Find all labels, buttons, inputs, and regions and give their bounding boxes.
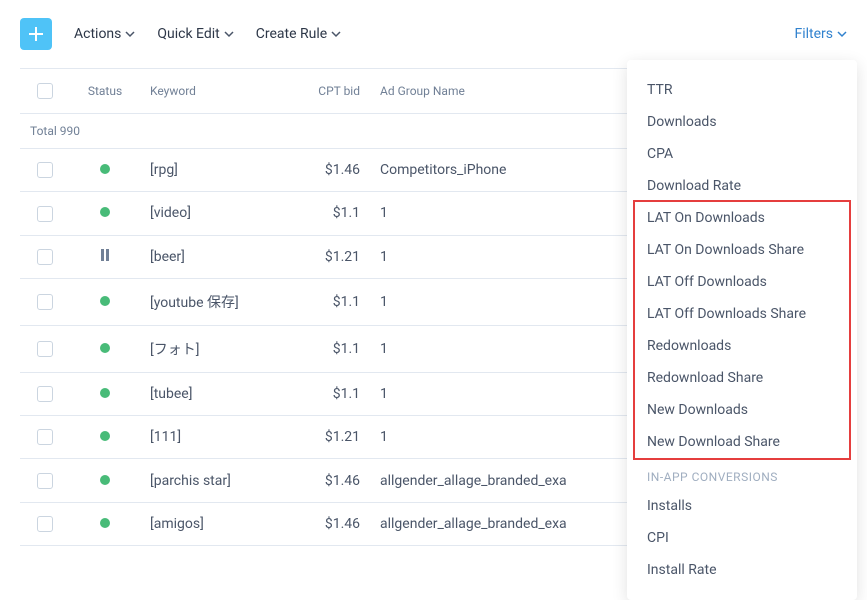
keyword-cell: [111] [140,416,300,459]
filters-menu[interactable]: Filters [794,26,847,42]
filters-label: Filters [794,26,833,42]
status-header[interactable]: Status [70,69,140,114]
row-checkbox[interactable] [37,429,53,445]
dropdown-item[interactable]: LAT On Downloads Share [627,234,857,266]
select-all-checkbox[interactable] [37,83,53,99]
keyword-cell: [video] [140,192,300,235]
add-button[interactable] [20,18,52,50]
row-checkbox[interactable] [37,294,53,310]
status-active-icon [100,164,110,174]
chevron-down-icon [125,29,135,39]
cpt-bid-cell: $1.1 [300,372,370,415]
dropdown-section-label: IN-APP CONVERSIONS [627,458,857,490]
cpt-bid-cell: $1.1 [300,278,370,325]
status-active-icon [100,388,110,398]
dropdown-item[interactable]: New Downloads [627,394,857,426]
dropdown-item[interactable]: LAT On Downloads [627,202,857,234]
actions-menu[interactable]: Actions [74,26,135,42]
cpt-bid-cell: $1.1 [300,192,370,235]
toolbar: Actions Quick Edit Create Rule Filters [0,0,867,68]
dropdown-item[interactable]: LAT Off Downloads [627,266,857,298]
row-checkbox[interactable] [37,341,53,357]
status-active-icon [100,296,110,306]
keyword-cell: [rpg] [140,149,300,192]
create-rule-menu[interactable]: Create Rule [256,26,341,42]
dropdown-item[interactable]: New Download Share [627,426,857,458]
dropdown-item[interactable]: CPI [627,522,857,554]
cpt-bid-cell: $1.1 [300,325,370,372]
plus-icon [29,27,43,41]
chevron-down-icon [837,29,847,39]
create-rule-label: Create Rule [256,26,327,42]
row-checkbox[interactable] [37,386,53,402]
quick-edit-menu[interactable]: Quick Edit [157,26,233,42]
keyword-cell: [parchis star] [140,459,300,502]
dropdown-item[interactable]: CPA [627,138,857,170]
keyword-cell: [tubee] [140,372,300,415]
dropdown-item[interactable]: Redownloads [627,330,857,362]
status-active-icon [100,518,110,528]
quick-edit-label: Quick Edit [157,26,219,42]
dropdown-item[interactable]: Install Rate [627,554,857,586]
status-active-icon [100,431,110,441]
keyword-cell: [フォト] [140,325,300,372]
dropdown-item[interactable]: Download Rate [627,170,857,202]
status-active-icon [100,207,110,217]
row-checkbox[interactable] [37,206,53,222]
chevron-down-icon [224,29,234,39]
cpt-bid-cell: $1.46 [300,502,370,545]
row-checkbox[interactable] [37,162,53,178]
cpt-bid-cell: $1.46 [300,149,370,192]
status-active-icon [100,343,110,353]
cpt-bid-header[interactable]: CPT bid [300,69,370,114]
dropdown-item[interactable]: TTR [627,74,857,106]
cpt-bid-cell: $1.21 [300,416,370,459]
keyword-cell: [youtube 保存] [140,278,300,325]
actions-label: Actions [74,26,121,42]
cpt-bid-cell: $1.21 [300,235,370,278]
keyword-cell: [amigos] [140,502,300,545]
row-checkbox[interactable] [37,249,53,265]
dropdown-item[interactable]: LAT Off Downloads Share [627,298,857,330]
status-paused-icon [101,249,109,261]
dropdown-item[interactable]: Downloads [627,106,857,138]
dropdown-item[interactable]: Installs [627,490,857,522]
row-checkbox[interactable] [37,516,53,532]
keyword-cell: [beer] [140,235,300,278]
cpt-bid-cell: $1.46 [300,459,370,502]
status-active-icon [100,475,110,485]
row-checkbox[interactable] [37,473,53,489]
chevron-down-icon [331,29,341,39]
dropdown-item[interactable]: Redownload Share [627,362,857,394]
keyword-header[interactable]: Keyword [140,69,300,114]
filters-dropdown: TTRDownloadsCPADownload Rate LAT On Down… [627,60,857,600]
